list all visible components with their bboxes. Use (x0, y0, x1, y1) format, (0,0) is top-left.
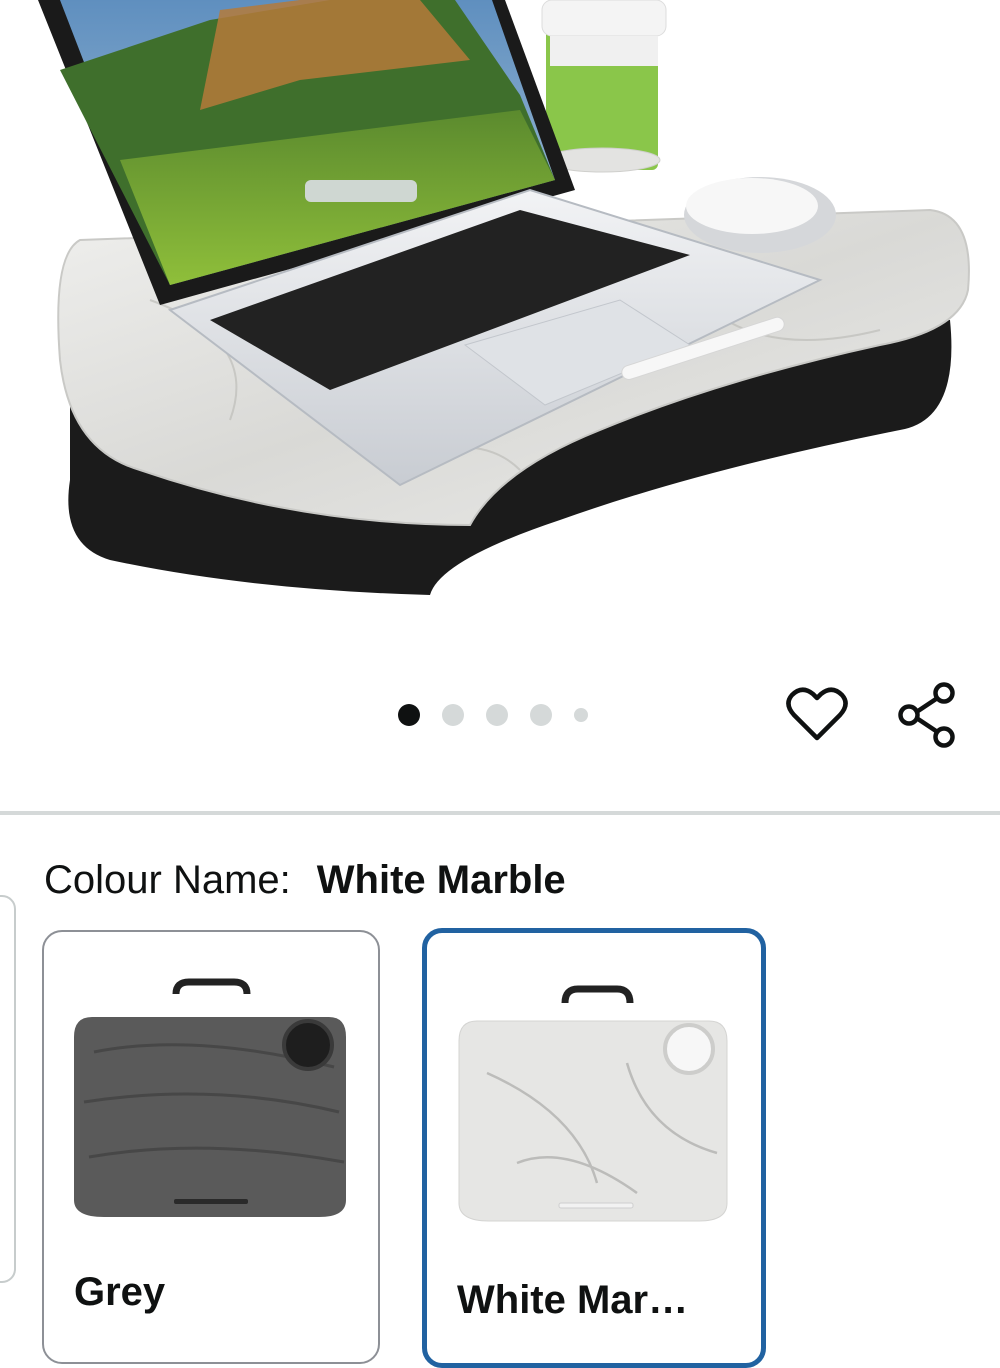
previous-swatch-partial[interactable] (0, 895, 16, 1283)
white-marble-lap-desk-thumbnail (458, 985, 728, 1222)
swatch-grey[interactable]: Grey (42, 930, 380, 1364)
grey-lap-desk-thumbnail (74, 978, 346, 1217)
colour-name-label: Colour Name: (44, 858, 291, 902)
carousel-dot-3[interactable] (486, 704, 508, 726)
section-divider (0, 811, 1000, 815)
colour-name-value: White Marble (316, 858, 566, 902)
product-image[interactable] (0, 0, 1000, 640)
carousel-dot-1[interactable] (398, 704, 420, 726)
share-icon[interactable] (896, 682, 960, 748)
carousel-dot-5[interactable] (574, 708, 588, 722)
carousel-dot-4[interactable] (530, 704, 552, 726)
swatch-grey-label: Grey (74, 1270, 166, 1314)
carousel-dot-2[interactable] (442, 704, 464, 726)
heart-icon[interactable] (786, 686, 848, 742)
image-carousel-indicator[interactable] (398, 702, 610, 728)
colour-name-row: Colour Name: White Marble (44, 855, 566, 905)
swatch-white-marble-label: White Mar… (457, 1278, 689, 1322)
swatch-white-marble[interactable]: White Mar… (422, 928, 766, 1368)
